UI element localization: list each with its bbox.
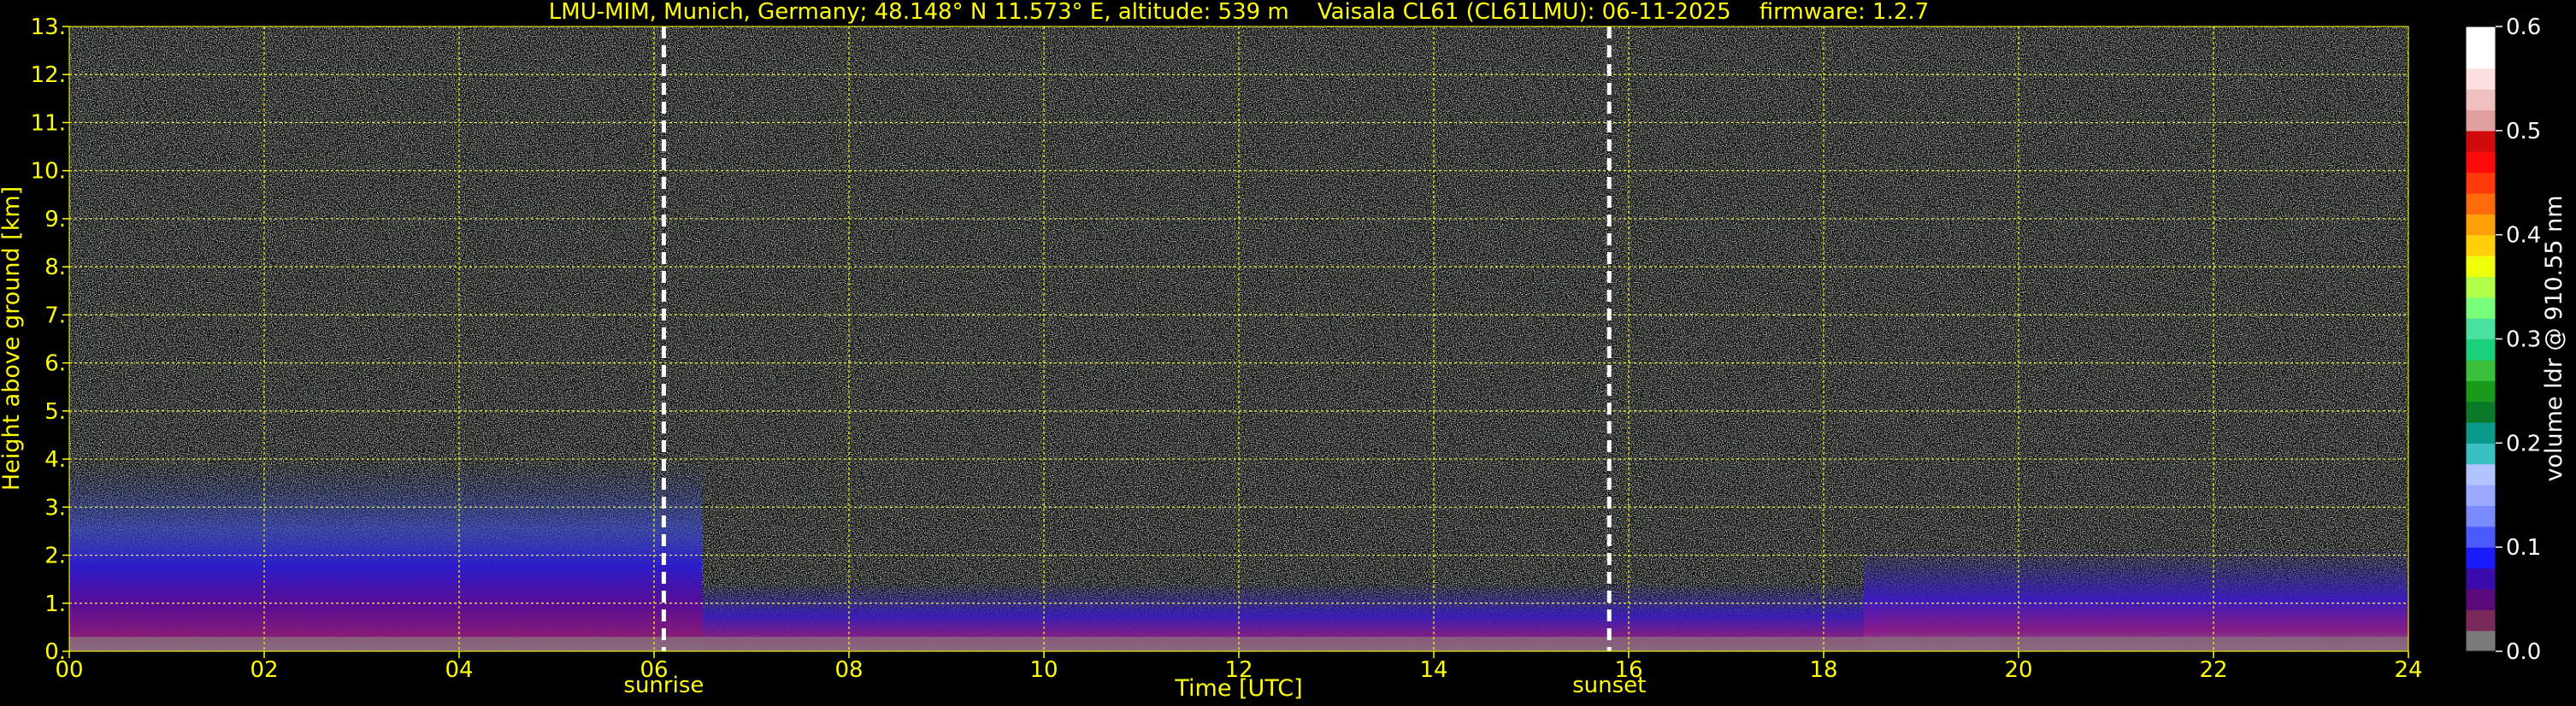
y-tick-label: 1. xyxy=(44,591,66,617)
colorbar-segment xyxy=(2466,276,2496,298)
y-axis-ticks: 0. 1. 2. 3. 4. 5. 6. 7. 8. 9. 10. 11. 12. 13. xyxy=(31,15,69,665)
x-tick-label: 10 xyxy=(1029,657,1058,683)
y-tick-label: 3. xyxy=(44,495,66,521)
colorbar-segment xyxy=(2466,421,2496,444)
colorbar xyxy=(2465,26,2496,652)
y-tick-label: 12. xyxy=(31,62,66,88)
colorbar-segment xyxy=(2466,172,2496,194)
colorbar-segment xyxy=(2466,547,2496,569)
colorbar-segment xyxy=(2466,380,2496,403)
colorbar-segment xyxy=(2466,89,2496,111)
colorbar-segment xyxy=(2466,443,2496,465)
y-tick-label: 5. xyxy=(44,399,66,425)
colorbar-segment xyxy=(2466,234,2496,256)
y-tick-label: 8. xyxy=(44,255,66,280)
colorbar-segment xyxy=(2466,485,2496,507)
colorbar-segment xyxy=(2466,68,2496,90)
colorbar-segment xyxy=(2466,297,2496,319)
colorbar-tick-label: 0.4 xyxy=(2506,223,2541,249)
sunset-label: sunset xyxy=(1572,673,1646,698)
y-tick-label: 7. xyxy=(44,303,66,328)
x-tick-label: 20 xyxy=(2004,657,2032,683)
x-tick-label: 14 xyxy=(1419,657,1447,683)
x-tick-label: 08 xyxy=(834,657,863,683)
plot-area xyxy=(69,26,2408,651)
colorbar-tick-label: 0.6 xyxy=(2506,15,2541,40)
y-tick-label: 13. xyxy=(31,15,66,40)
colorbar-tick-label: 0.2 xyxy=(2506,431,2541,456)
y-tick-label: 2. xyxy=(44,544,66,569)
x-tick-label: 24 xyxy=(2394,657,2422,683)
annotation-labels: sunrise sunset xyxy=(623,673,1646,698)
colorbar-segment xyxy=(2466,151,2496,174)
colorbar-segment xyxy=(2466,505,2496,527)
colorbar-segment xyxy=(2466,401,2496,423)
colorbar-segment xyxy=(2466,318,2496,340)
y-tick-label: 10. xyxy=(31,159,66,185)
chart-title: LMU-MIM, Munich, Germany; 48.148° N 11.5… xyxy=(549,0,1929,25)
y-tick-label: 0. xyxy=(44,639,66,665)
x-axis-label: Time [UTC] xyxy=(1174,675,1302,702)
colorbar-tick-label: 0.3 xyxy=(2506,327,2541,353)
colorbar-tick-label: 0.0 xyxy=(2506,639,2541,665)
boundary-layer-evening xyxy=(1864,547,2408,651)
colorbar-segment xyxy=(2466,463,2496,485)
y-tick-label: 11. xyxy=(31,110,66,136)
colorbar-segment xyxy=(2466,47,2496,69)
y-tick-label: 9. xyxy=(44,207,66,232)
colorbar-segment xyxy=(2466,338,2496,361)
x-tick-label: 18 xyxy=(1809,657,1837,683)
colorbar-segment xyxy=(2466,359,2496,381)
colorbar-segment xyxy=(2466,609,2496,632)
colorbar-segment xyxy=(2466,26,2496,48)
colorbar-segment xyxy=(2466,109,2496,132)
x-tick-label: 22 xyxy=(2199,657,2227,683)
y-axis-label: Height above ground [km] xyxy=(0,186,25,491)
x-tick-label: 04 xyxy=(445,657,473,683)
boundary-layer-night xyxy=(69,462,702,651)
colorbar-segment xyxy=(2466,192,2496,215)
colorbar-segment xyxy=(2466,214,2496,236)
colorbar-segment xyxy=(2466,130,2496,152)
colorbar-ticks: 0.0 0.1 0.2 0.3 0.4 0.5 0.6 xyxy=(2496,15,2541,665)
colorbar-tick-label: 0.5 xyxy=(2506,119,2541,144)
sunrise-label: sunrise xyxy=(623,673,704,698)
colorbar-segment xyxy=(2466,526,2496,548)
x-tick-label: 02 xyxy=(250,657,278,683)
colorbar-segment xyxy=(2466,630,2496,652)
y-tick-label: 6. xyxy=(44,351,66,377)
colorbar-label: volume ldr @ 910.55 nm xyxy=(2541,196,2567,482)
colorbar-segment xyxy=(2466,256,2496,277)
ceilometer-chart: LMU-MIM, Munich, Germany; 48.148° N 11.5… xyxy=(0,0,2567,702)
colorbar-segment xyxy=(2466,588,2496,610)
colorbar-segment xyxy=(2466,568,2496,590)
colorbar-tick-label: 0.1 xyxy=(2506,535,2541,561)
y-tick-label: 4. xyxy=(44,447,66,473)
